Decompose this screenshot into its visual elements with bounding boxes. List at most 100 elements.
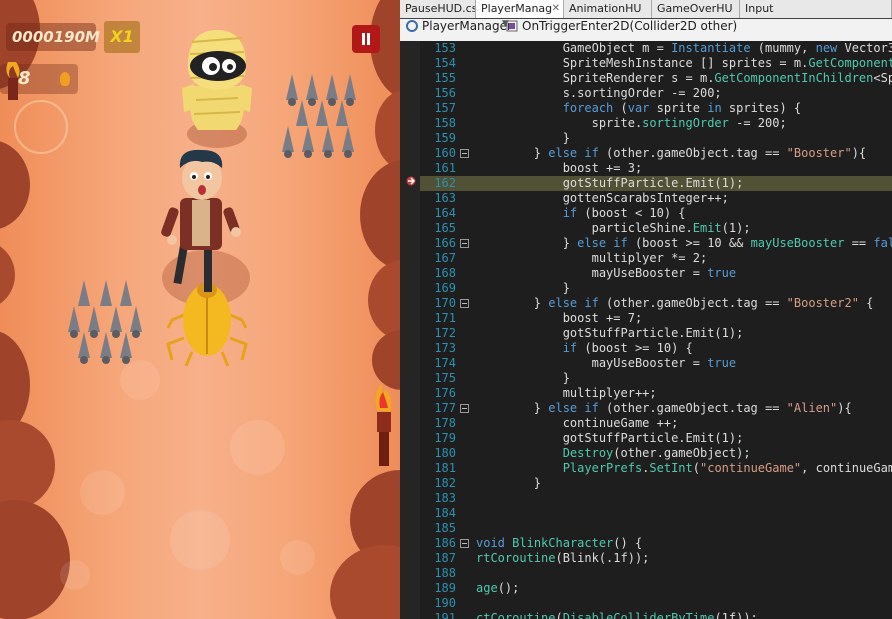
code-line[interactable]: 185 (420, 521, 892, 536)
code-line[interactable]: 155 SpriteRenderer s = m.GetComponentInC… (420, 71, 892, 86)
line-number: 167 (434, 251, 456, 265)
code-line[interactable]: 153 GameObject m = Instantiate (mummy, n… (420, 41, 892, 56)
code-token: gotStuffParticle.Emit(1); (476, 431, 744, 445)
code-line[interactable]: 174 mayUseBooster = true (420, 356, 892, 371)
tab-label: PauseHUD.cs (405, 2, 476, 15)
code-line[interactable]: 170 } else if (other.gameObject.tag == "… (420, 296, 892, 311)
tab-input[interactable]: Input (740, 0, 892, 18)
pause-button[interactable] (352, 25, 380, 53)
code-token: else if (548, 296, 599, 310)
bubble (170, 510, 230, 570)
code-line[interactable]: 171 boost += 7; (420, 311, 892, 326)
code-line[interactable]: 188 (420, 566, 892, 581)
code-line[interactable]: 160 } else if (other.gameObject.tag == "… (420, 146, 892, 161)
code-line[interactable]: 184 (420, 506, 892, 521)
code-line[interactable]: 162 gotStuffParticle.Emit(1); (420, 176, 892, 191)
code-line[interactable]: 189 age(); (420, 581, 892, 596)
code-line[interactable]: 159 } (420, 131, 892, 146)
code-text-area[interactable]: 153 GameObject m = Instantiate (mummy, n… (420, 41, 892, 619)
code-token: } (476, 131, 570, 145)
breakpoint-gutter[interactable] (400, 41, 421, 619)
code-token: "continueGame" (700, 461, 802, 475)
code-line[interactable]: 177 } else if (other.gameObject.tag == "… (420, 401, 892, 416)
code-line[interactable]: 165 particleShine.Emit(1); (420, 221, 892, 236)
code-line[interactable]: 186 void BlinkCharacter() { (420, 536, 892, 551)
code-line[interactable]: 156 s.sortingOrder -= 200; (420, 86, 892, 101)
code-text: void BlinkCharacter() { (476, 536, 642, 551)
code-text: } else if (other.gameObject.tag == "Boos… (476, 146, 866, 161)
code-line[interactable]: 187 rtCoroutine(Blink(.1f)); (420, 551, 892, 566)
code-line[interactable]: 190 (420, 596, 892, 611)
code-token: SetInt (649, 461, 693, 475)
wall-blob (372, 330, 400, 390)
close-icon[interactable]: ✕ (552, 0, 560, 18)
code-token: (other.gameObject.tag == (598, 296, 787, 310)
code-line[interactable]: 167 multiplyer *= 2; (420, 251, 892, 266)
code-text: } (476, 131, 570, 146)
code-line[interactable]: 182 } (420, 476, 892, 491)
code-line[interactable]: 154 SpriteMeshInstance [] sprites = m.Ge… (420, 56, 892, 71)
fold-toggle-icon[interactable] (460, 149, 469, 158)
code-line[interactable]: 172 gotStuffParticle.Emit(1); (420, 326, 892, 341)
code-line[interactable]: 169 } (420, 281, 892, 296)
wall-blob (0, 240, 15, 310)
code-token: gottenScarabsInteger++; (476, 191, 729, 205)
tab-animationhud[interactable]: AnimationHU (564, 0, 652, 18)
code-token: } (476, 146, 549, 160)
code-line[interactable]: 168 mayUseBooster = true (420, 266, 892, 281)
code-token: -= 200; (728, 116, 787, 130)
tab-gameoverhud[interactable]: GameOverHU (652, 0, 740, 18)
fold-toggle-icon[interactable] (460, 539, 469, 548)
booster-button[interactable] (14, 100, 68, 154)
line-number: 156 (434, 86, 456, 100)
code-token: in (707, 101, 722, 115)
code-token: Instantiate (671, 41, 751, 55)
line-number: 178 (434, 416, 456, 430)
code-text: } else if (other.gameObject.tag == "Boos… (476, 296, 874, 311)
game-view[interactable]: 0000190M X1 8 (0, 0, 400, 619)
fold-toggle-icon[interactable] (460, 404, 469, 413)
code-line[interactable]: 191 ctCoroutine(DisableColliderByTime(1f)… (420, 611, 892, 619)
line-number: 153 (434, 41, 456, 55)
tab-pausehud[interactable]: PauseHUD.cs (400, 0, 476, 18)
code-line[interactable]: 157 foreach (var sprite in sprites) { (420, 101, 892, 116)
code-text: sprite.sortingOrder -= 200; (476, 116, 787, 131)
code-text: GameObject m = Instantiate (mummy, new V… (476, 41, 892, 56)
line-number: 184 (434, 506, 456, 520)
code-line[interactable]: 166 } else if (boost >= 10 && mayUseBoos… (420, 236, 892, 251)
tab-label: PlayerManag (481, 2, 553, 15)
code-token: } (476, 476, 542, 490)
code-token: DisableColliderByTime (562, 611, 715, 619)
code-text: SpriteMeshInstance [] sprites = m.GetCom… (476, 56, 892, 71)
line-number: 181 (434, 461, 456, 475)
code-line[interactable]: 163 gottenScarabsInteger++; (420, 191, 892, 206)
code-line[interactable]: 178 continueGame ++; (420, 416, 892, 431)
code-line[interactable]: 161 boost += 3; (420, 161, 892, 176)
code-line[interactable]: 179 gotStuffParticle.Emit(1); (420, 431, 892, 446)
method-name: OnTriggerEnter2D(Collider2D other) (522, 19, 738, 33)
code-line[interactable]: 158 sprite.sortingOrder -= 200; (420, 116, 892, 131)
code-text: PlayerPrefs.SetInt("continueGame", conti… (476, 461, 892, 476)
code-line[interactable]: 176 multiplyer++; (420, 386, 892, 401)
code-text: gottenScarabsInteger++; (476, 191, 729, 206)
code-text: boost += 3; (476, 161, 642, 176)
code-token: SpriteMeshInstance [] sprites = m. (476, 56, 809, 70)
code-token: { (858, 296, 874, 310)
method-selector[interactable]: OnTriggerEnter2D(Collider2D other) (506, 19, 892, 41)
fold-toggle-icon[interactable] (460, 239, 469, 248)
code-line[interactable]: 173 if (boost >= 10) { (420, 341, 892, 356)
scarab-icon (60, 72, 70, 86)
line-number: 161 (434, 161, 456, 175)
fold-toggle-icon[interactable] (460, 299, 469, 308)
editor-tab-strip: PauseHUD.cs PlayerManag ✕ AnimationHU Ga… (400, 0, 892, 19)
line-number: 187 (434, 551, 456, 565)
code-line[interactable]: 180 Destroy(other.gameObject); (420, 446, 892, 461)
code-line[interactable]: 183 (420, 491, 892, 506)
code-token: (1f)); (714, 611, 758, 619)
code-editor[interactable]: PauseHUD.cs PlayerManag ✕ AnimationHU Ga… (400, 0, 892, 619)
tab-playermanager[interactable]: PlayerManag ✕ (476, 0, 564, 18)
code-line[interactable]: 181 PlayerPrefs.SetInt("continueGame", c… (420, 461, 892, 476)
code-text: rtCoroutine(Blink(.1f)); (476, 551, 649, 566)
code-line[interactable]: 175 } (420, 371, 892, 386)
code-line[interactable]: 164 if (boost < 10) { (420, 206, 892, 221)
